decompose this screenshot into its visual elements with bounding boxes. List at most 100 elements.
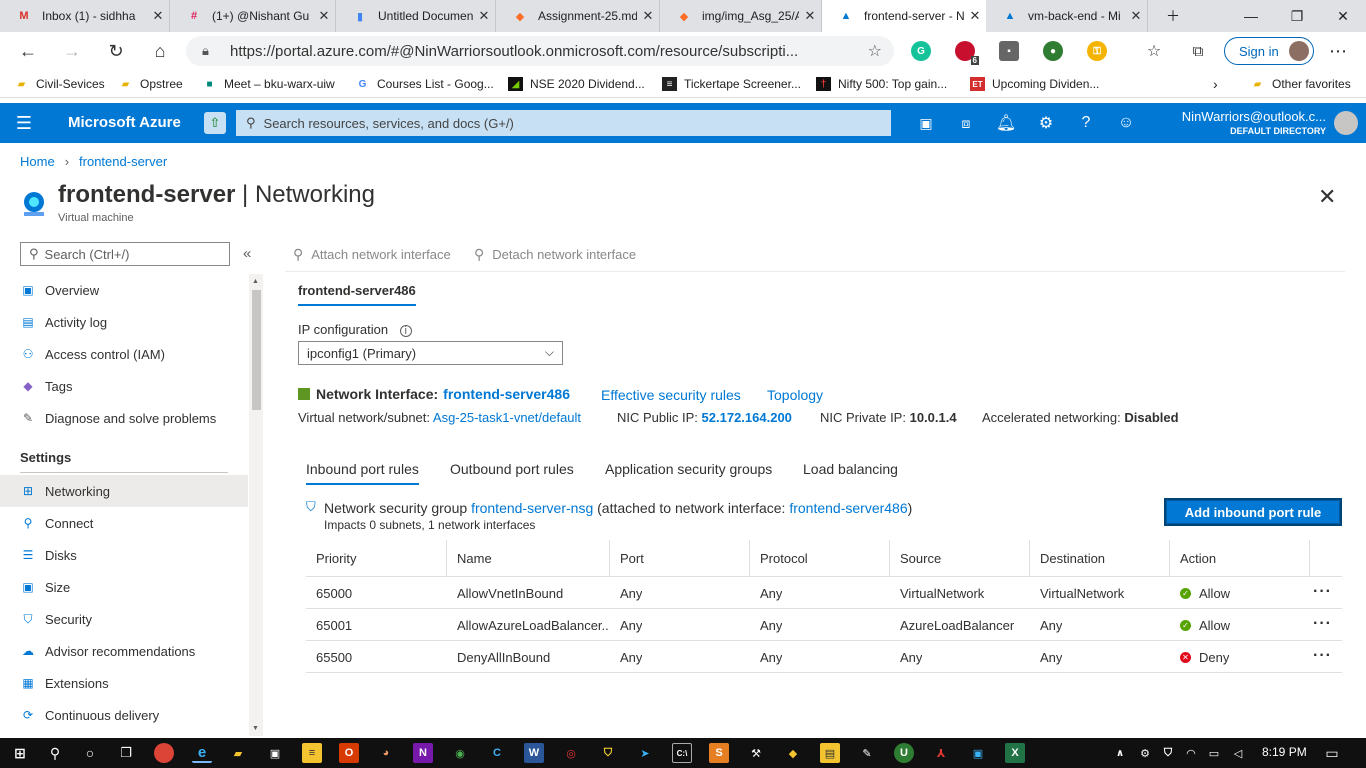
paint3d-icon[interactable]: ✎ — [857, 743, 877, 763]
nav-item-size[interactable]: ▣ Size — [0, 571, 248, 603]
help-icon[interactable]: ? — [1074, 111, 1098, 135]
maps-icon[interactable]: ◉ — [450, 743, 470, 763]
favorite-item[interactable]: ▰ Civil-Sevices — [14, 75, 105, 93]
browser-tab[interactable]: # (1+) @Nishant Gu ✕ — [170, 0, 336, 32]
extension-icon[interactable]: ▪ — [999, 41, 1019, 61]
new-tab-button[interactable]: ＋ — [1150, 0, 1196, 32]
sticky-notes-icon[interactable]: ▤ — [820, 743, 840, 763]
collections-icon[interactable]: ⧉ — [1184, 38, 1212, 64]
tab-application-security-groups[interactable]: Application security groups — [605, 461, 772, 477]
column-header-destination[interactable]: Destination — [1030, 540, 1170, 576]
favorite-item[interactable]: G Courses List - Goog... — [355, 75, 494, 93]
close-tab-icon[interactable]: ✕ — [147, 8, 169, 24]
close-tab-icon[interactable]: ✕ — [964, 8, 986, 24]
nav-search-input[interactable]: ⚲ Search (Ctrl+/) — [20, 242, 230, 266]
nav-item-iam[interactable]: ⚇ Access control (IAM) — [0, 338, 248, 370]
upgrade-icon[interactable]: ⇧ — [204, 112, 226, 134]
topology-link[interactable]: Topology — [767, 387, 823, 403]
cloud-shell-icon[interactable]: ▣ — [914, 111, 938, 135]
nsg-nic-link[interactable]: frontend-server486 — [789, 500, 907, 516]
gear-icon[interactable]: ⚙ — [1034, 111, 1058, 135]
nav-item-advisor[interactable]: ☁ Advisor recommendations — [0, 635, 248, 667]
nav-item-diagnose[interactable]: ✎ Diagnose and solve problems — [0, 402, 248, 434]
taskbar-clock[interactable]: 8:19 PM — [1262, 745, 1307, 759]
minimize-button[interactable]: — — [1228, 0, 1274, 32]
file-explorer-icon[interactable]: ▰ — [228, 743, 248, 763]
url-bar[interactable]: 🔒︎ https://portal.azure.com/#@NinWarrior… — [186, 36, 894, 66]
forward-button[interactable]: → — [58, 38, 86, 64]
nav-item-continuous-delivery[interactable]: ⟳ Continuous delivery — [0, 699, 248, 731]
globe-extension-icon[interactable]: ● — [1043, 41, 1063, 61]
back-button[interactable]: ← — [14, 38, 42, 64]
windows-start-icon[interactable]: ⊞ — [10, 743, 30, 763]
nav-item-connect[interactable]: ⚲ Connect — [0, 507, 248, 539]
scroll-up-icon[interactable]: ▲ — [252, 278, 259, 285]
notifications-icon[interactable]: 🔔︎ — [994, 111, 1018, 135]
onenote-icon[interactable]: N — [413, 743, 433, 763]
azure-brand[interactable]: Microsoft Azure — [68, 114, 181, 131]
scroll-down-icon[interactable]: ▼ — [252, 725, 259, 732]
browser-tab[interactable]: M Inbox (1) - sidhha ✕ — [0, 0, 170, 32]
more-options-icon[interactable]: ··· — [1313, 647, 1332, 665]
task-view-icon[interactable]: ❐ — [116, 743, 136, 763]
hamburger-menu-icon[interactable]: ☰ — [12, 111, 36, 135]
nav-item-disks[interactable]: ☰ Disks — [0, 539, 248, 571]
nic-link[interactable]: frontend-server486 — [443, 386, 570, 402]
column-header-port[interactable]: Port — [610, 540, 750, 576]
volume-icon[interactable]: ◁ — [1228, 743, 1248, 763]
adblock-icon[interactable]: 6 — [955, 41, 979, 65]
breadcrumb-current[interactable]: frontend-server — [79, 154, 167, 169]
favorites-icon[interactable]: ☆ — [1140, 38, 1168, 64]
column-header-source[interactable]: Source — [890, 540, 1030, 576]
cortana-app-icon[interactable]: C — [487, 743, 507, 763]
more-options-icon[interactable]: ··· — [1313, 615, 1332, 633]
collapse-nav-icon[interactable]: « — [243, 245, 251, 262]
tab-inbound-port-rules[interactable]: Inbound port rules — [306, 461, 419, 485]
tab-outbound-port-rules[interactable]: Outbound port rules — [450, 461, 574, 477]
nav-item-extensions[interactable]: ▦ Extensions — [0, 667, 248, 699]
telegram-icon[interactable]: ➤ — [635, 743, 655, 763]
column-header-protocol[interactable]: Protocol — [750, 540, 890, 576]
avatar[interactable] — [1334, 111, 1358, 135]
nav-scrollbar-thumb[interactable] — [252, 290, 261, 410]
favorite-item[interactable]: ■ Meet – bku-warx-uiw — [202, 75, 334, 93]
tray-chevron-up-icon[interactable]: ∧ — [1110, 743, 1130, 763]
favorite-item[interactable]: † Nifty 500: Top gain... — [816, 75, 947, 93]
nav-item-networking[interactable]: ⊞ Networking — [0, 475, 248, 507]
attach-network-interface-button[interactable]: ⚲ Attach network interface — [293, 246, 451, 263]
browser-tab[interactable]: ◆ img/img_Asg_25/A ✕ — [660, 0, 822, 32]
edge-icon[interactable]: e — [192, 743, 212, 763]
network-tool-icon[interactable]: ⚒ — [746, 743, 766, 763]
ip-config-dropdown[interactable]: ipconfig1 (Primary) ⌵ — [298, 341, 563, 365]
public-ip-link[interactable]: 52.172.164.200 — [702, 410, 792, 425]
record-icon[interactable]: ◎ — [561, 743, 581, 763]
word-icon[interactable]: W — [524, 743, 544, 763]
window-close-button[interactable]: ✕ — [1320, 0, 1366, 32]
feedback-icon[interactable]: ☺ — [1114, 111, 1138, 135]
office-icon[interactable]: O — [339, 743, 359, 763]
nav-item-activity-log[interactable]: ▤ Activity log — [0, 306, 248, 338]
store-icon[interactable]: ▣ — [265, 743, 285, 763]
restore-button[interactable]: ❐ — [1274, 0, 1320, 32]
table-row[interactable]: 65500 DenyAllInBound Any Any Any Any ✕ D… — [306, 641, 1342, 673]
close-tab-icon[interactable]: ✕ — [637, 8, 659, 24]
search-icon[interactable]: ⚲ — [45, 743, 65, 763]
nav-item-overview[interactable]: ▣ Overview — [0, 274, 248, 306]
sublime-icon[interactable]: S — [709, 743, 729, 763]
browser-tab[interactable]: ▮ Untitled Documen ✕ — [336, 0, 496, 32]
nav-item-security[interactable]: ⛉ Security — [0, 603, 248, 635]
add-inbound-port-rule-button[interactable]: Add inbound port rule — [1164, 498, 1342, 526]
favorite-item[interactable]: ≡ Tickertape Screener... — [662, 75, 801, 93]
nav-item-tags[interactable]: ◆ Tags — [0, 370, 248, 402]
cortana-icon[interactable]: ○ — [80, 743, 100, 763]
grammarly-icon[interactable]: G — [911, 41, 931, 61]
paint-icon[interactable]: ◕ — [376, 743, 396, 763]
browser-tab-active[interactable]: ▲ frontend-server - N ✕ — [822, 0, 986, 32]
wifi-icon[interactable]: ◠ — [1181, 743, 1201, 763]
tab-nic[interactable]: frontend-server486 — [298, 283, 416, 306]
sign-in-button[interactable]: Sign in — [1224, 37, 1314, 65]
other-favorites[interactable]: ▰ Other favorites — [1250, 75, 1351, 93]
security-tray-icon[interactable]: ⛉ — [1158, 743, 1178, 763]
close-tab-icon[interactable]: ✕ — [473, 8, 495, 24]
info-icon[interactable]: i — [399, 325, 412, 337]
